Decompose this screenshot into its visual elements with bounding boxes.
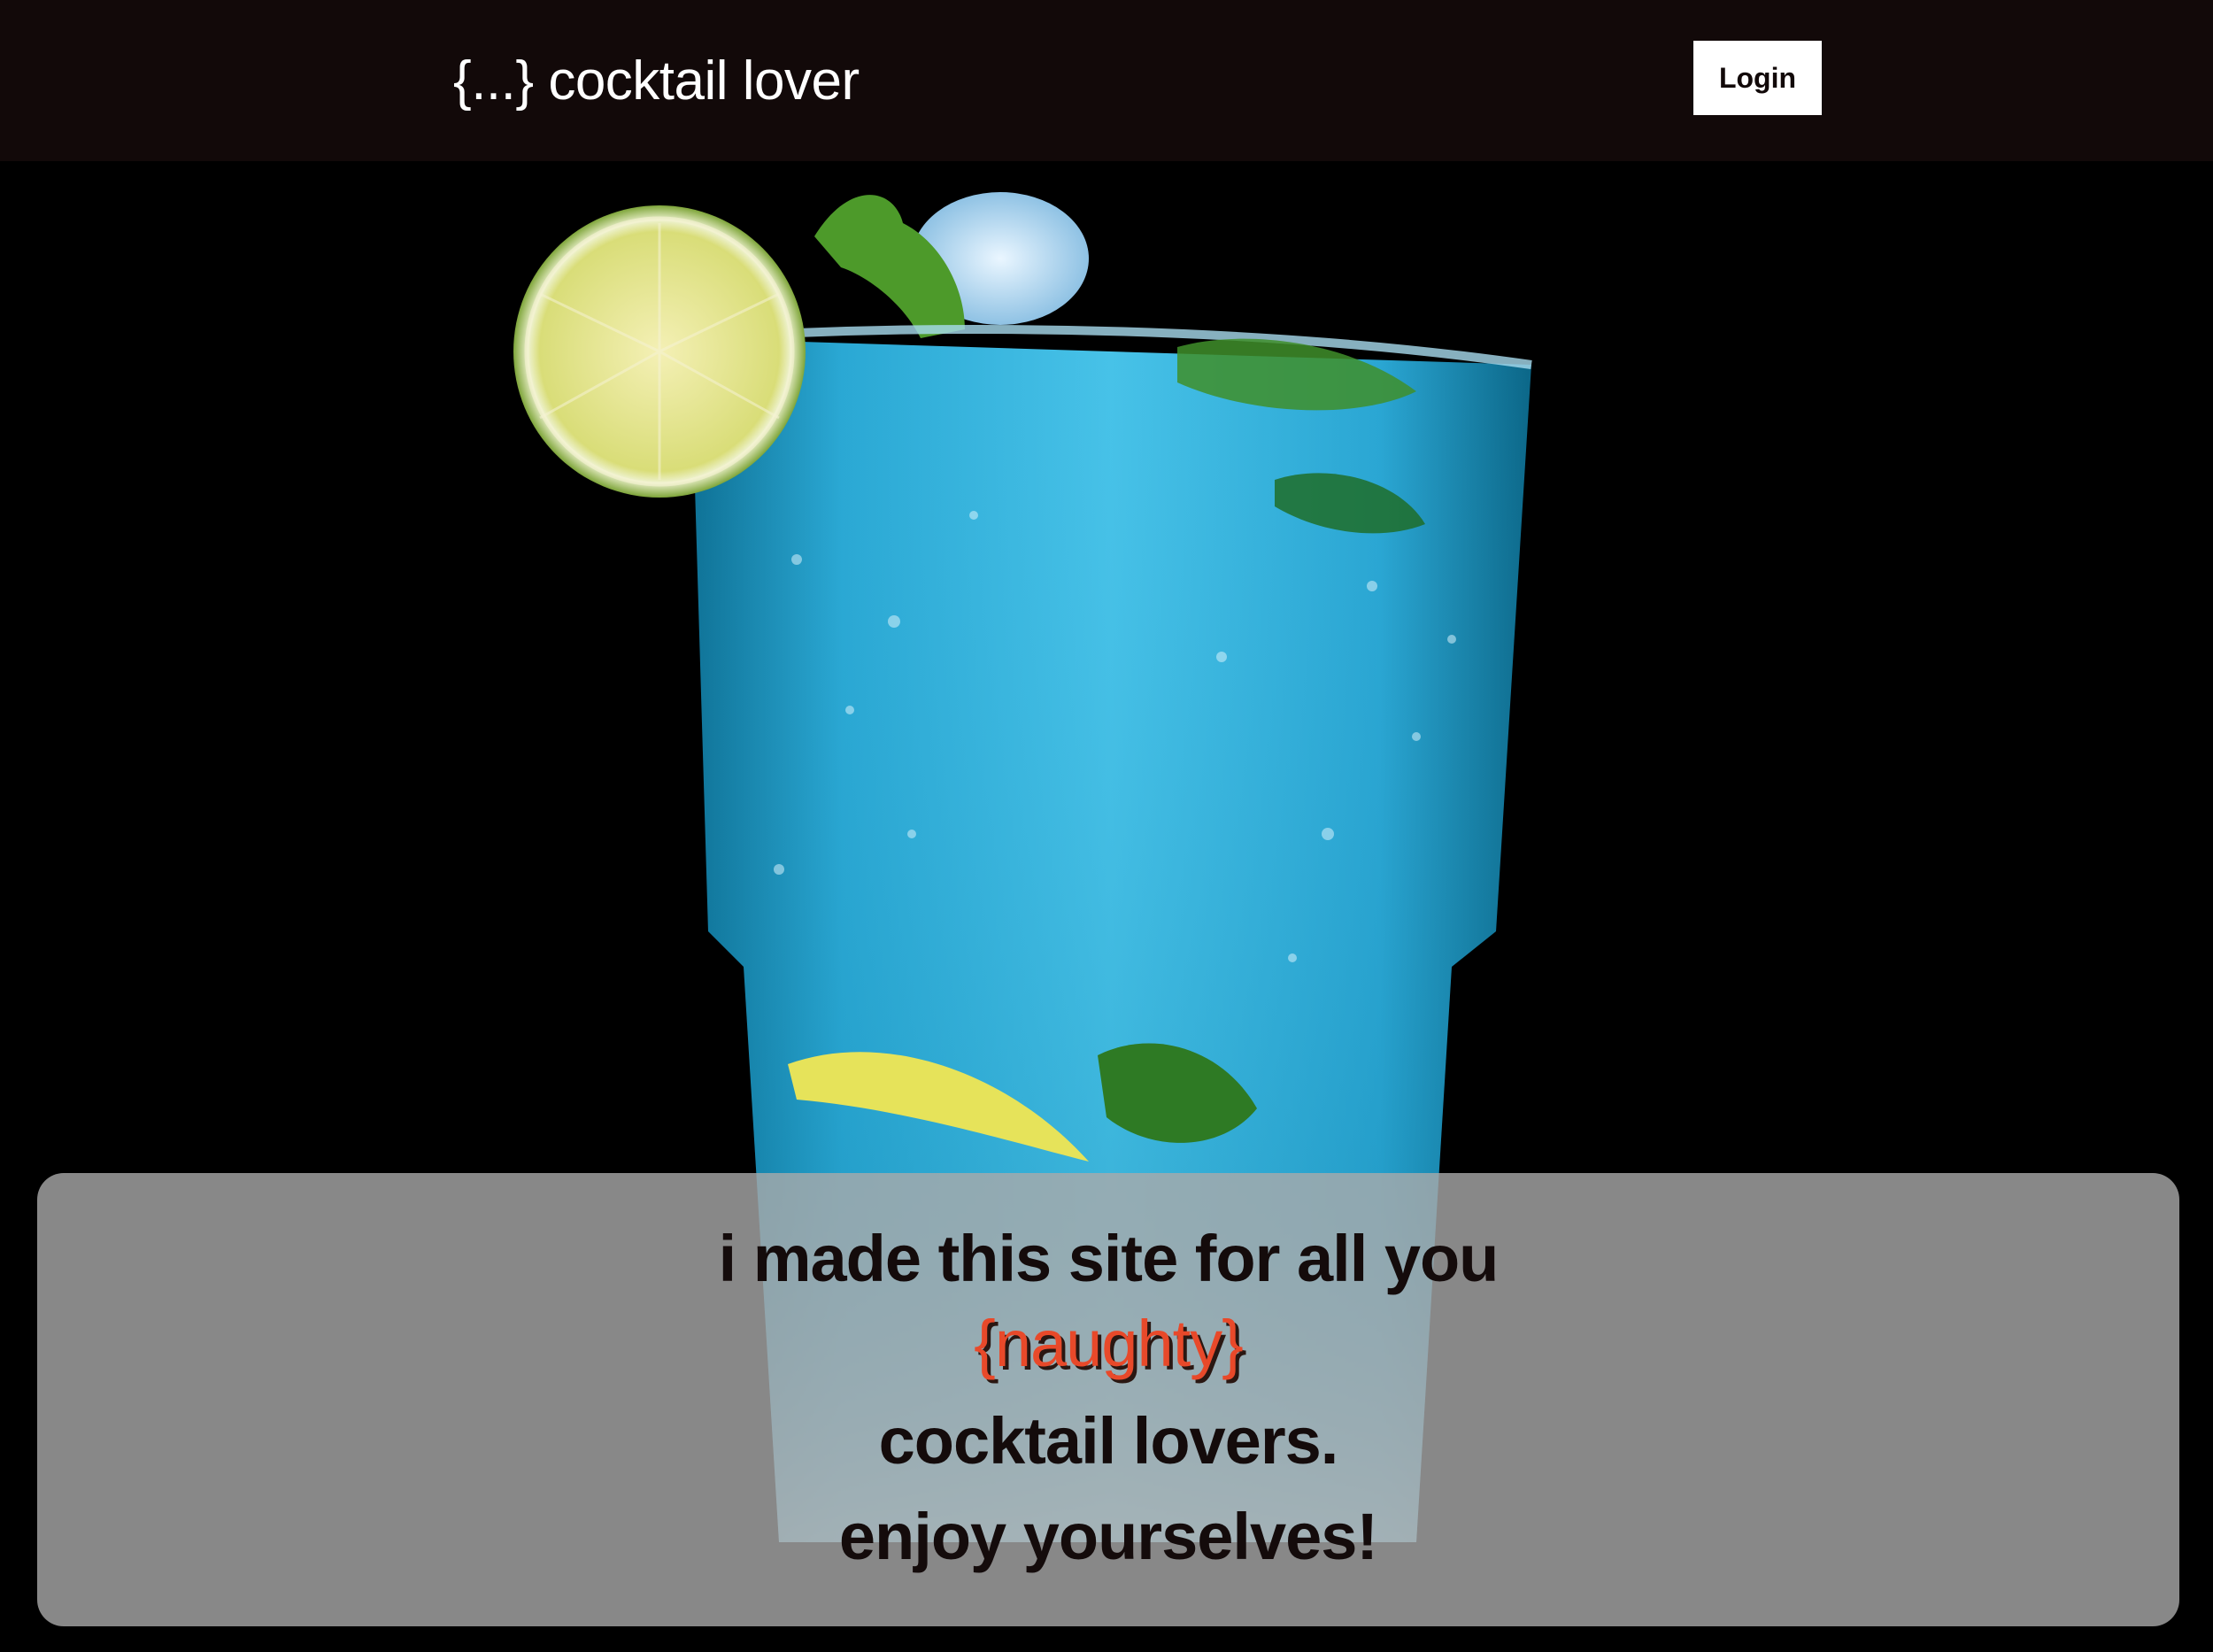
login-button[interactable]: Login bbox=[1693, 41, 1822, 115]
message-panel: i made this site for all you {naughty} c… bbox=[37, 1173, 2179, 1626]
brand-logo-text[interactable]: {...} cocktail lover bbox=[453, 46, 860, 117]
message-line-4: enjoy yourselves! bbox=[838, 1500, 1378, 1573]
message-line-3: cocktail lovers. bbox=[878, 1404, 1339, 1478]
message-line-1: i made this site for all you bbox=[718, 1222, 1500, 1295]
message-highlight: {naughty} bbox=[974, 1307, 1244, 1380]
top-navbar: {...} cocktail lover Login bbox=[0, 0, 2213, 161]
